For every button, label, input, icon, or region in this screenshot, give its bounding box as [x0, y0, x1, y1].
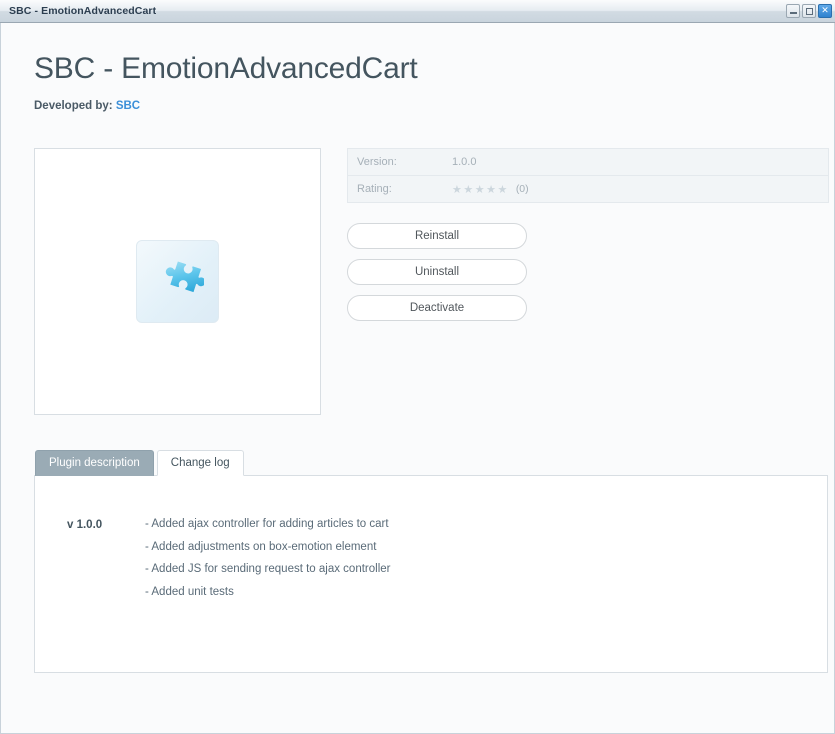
tab-panel-content: v 1.0.0 - Added ajax controller for addi…: [34, 475, 828, 673]
plugin-details-column: Version: 1.0.0 Rating: ★★★★★ (0) Reinsta…: [347, 148, 829, 321]
info-row-version: Version: 1.0.0: [348, 149, 828, 176]
close-button[interactable]: ✕: [818, 4, 832, 18]
page-title: SBC - EmotionAdvancedCart: [34, 52, 418, 85]
plugin-image-panel: [34, 148, 321, 415]
changelog-item: - Added adjustments on box-emotion eleme…: [145, 540, 377, 553]
puzzle-piece-icon: [165, 260, 204, 292]
minimize-button[interactable]: [786, 4, 800, 18]
plugin-actions: Reinstall Uninstall Deactivate: [347, 223, 829, 321]
changelog-item: - Added JS for sending request to ajax c…: [145, 563, 391, 576]
reinstall-button[interactable]: Reinstall: [347, 223, 527, 249]
changelog-item: - Added ajax controller for adding artic…: [145, 518, 389, 530]
plugin-icon-tile: [136, 240, 219, 323]
changelog-item: - Added unit tests: [145, 585, 234, 598]
uninstall-button[interactable]: Uninstall: [347, 259, 527, 285]
page-body: SBC - EmotionAdvancedCart Developed by: …: [0, 23, 835, 734]
info-row-rating: Rating: ★★★★★ (0): [348, 176, 828, 203]
tabs-container: Plugin description Change log v 1.0.0 - …: [34, 450, 828, 674]
application-window: SBC - EmotionAdvancedCart ✕ SBC - Emotio…: [0, 0, 835, 734]
version-value: 1.0.0: [452, 156, 477, 168]
rating-label: Rating:: [357, 183, 392, 195]
changelog-block: v 1.0.0 - Added ajax controller for addi…: [35, 518, 827, 599]
version-label: Version:: [357, 156, 397, 168]
developer-link[interactable]: SBC: [116, 100, 140, 112]
plugin-overview: Version: 1.0.0 Rating: ★★★★★ (0) Reinsta…: [34, 148, 829, 415]
rating-count: (0): [515, 183, 529, 195]
content-area: SBC - EmotionAdvancedCart Developed by: …: [1, 23, 834, 674]
changelog-version: v 1.0.0: [67, 519, 103, 531]
window-title: SBC - EmotionAdvancedCart: [9, 5, 157, 17]
deactivate-button[interactable]: Deactivate: [347, 295, 527, 321]
rating-value: ★★★★★ (0): [452, 183, 529, 196]
plugin-info-table: Version: 1.0.0 Rating: ★★★★★ (0): [347, 148, 829, 203]
developer-line: Developed by: SBC: [34, 100, 814, 112]
window-controls: ✕: [786, 4, 832, 18]
developed-by-label: Developed by:: [34, 100, 113, 112]
tab-plugin-description[interactable]: Plugin description: [35, 450, 154, 476]
window-titlebar: SBC - EmotionAdvancedCart ✕: [0, 0, 835, 23]
tab-strip: Plugin description Change log: [35, 450, 828, 476]
tab-change-log[interactable]: Change log: [156, 450, 244, 476]
rating-stars[interactable]: ★★★★★: [452, 183, 509, 196]
maximize-button[interactable]: [802, 4, 816, 18]
changelog-list: - Added ajax controller for adding artic…: [145, 518, 390, 599]
